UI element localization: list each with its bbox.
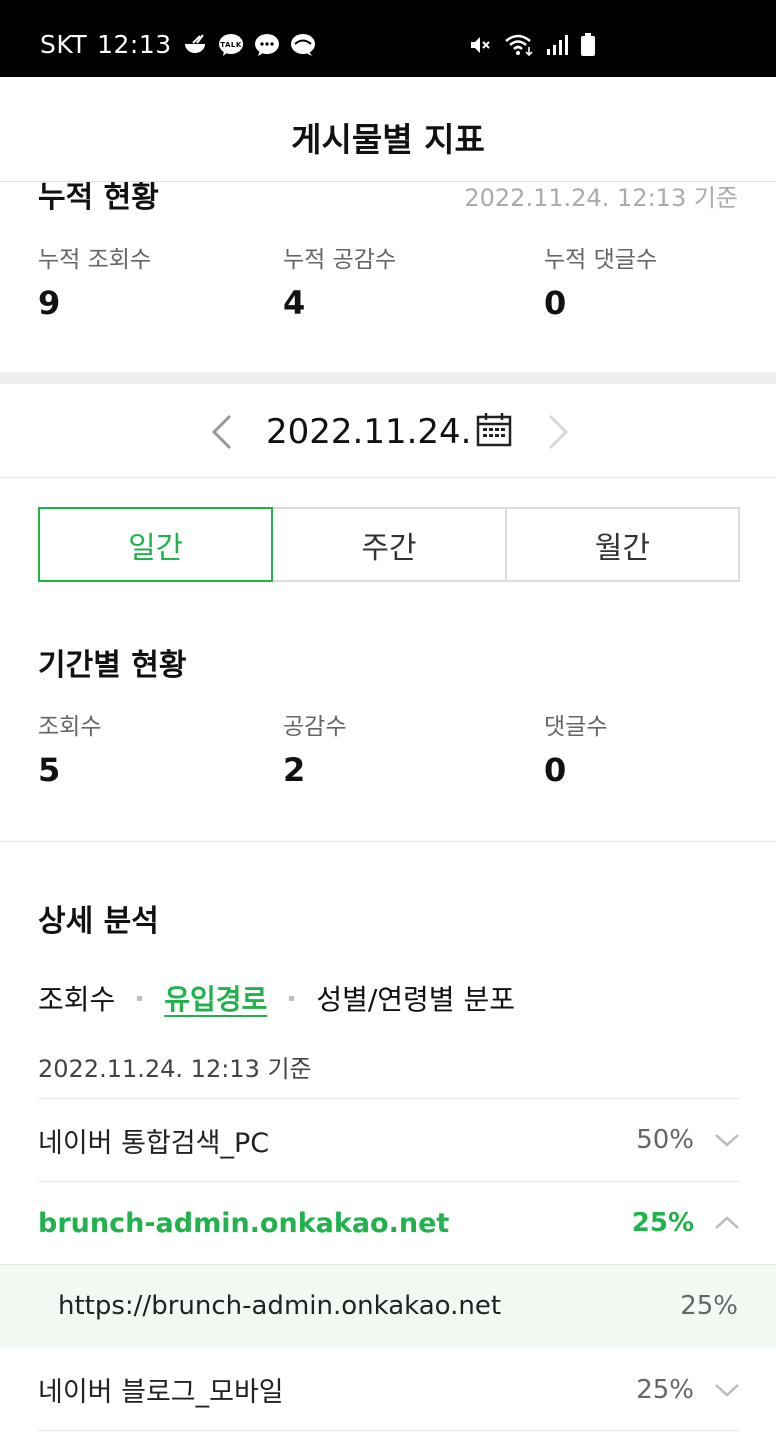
subtab-gender-age[interactable]: 성별/연령별 분포 <box>316 978 515 1018</box>
status-left: SKT 12:13 TALK <box>40 30 316 59</box>
page-title: 게시물별 지표 <box>291 120 485 159</box>
chevron-down-icon[interactable] <box>714 1130 740 1150</box>
cumulative-section: 누적 현황 2022.11.24. 12:13 기준 누적 조회수 9 누적 공… <box>0 182 776 372</box>
stat-label: 조회수 <box>38 714 102 740</box>
tab-weekly[interactable]: 주간 <box>271 507 507 582</box>
divider <box>38 1430 740 1431</box>
signal-icon <box>546 34 568 60</box>
current-date: 2022.11.24. <box>266 412 472 452</box>
stat-label: 누적 조회수 <box>38 247 152 273</box>
kakaotalk-icon: TALK <box>218 32 244 58</box>
detail-title: 상세 분석 <box>38 904 159 939</box>
detail-subtabs: 조회수 유입경로 성별/연령별 분포 <box>38 978 515 1018</box>
calendar-icon[interactable] <box>476 412 512 452</box>
period-tabs: 일간 주간 월간 <box>38 507 740 582</box>
stat-value: 5 <box>38 751 61 789</box>
period-views-stat: 조회수 5 <box>38 707 101 789</box>
referrer-percent: 25% <box>680 1291 738 1321</box>
tab-monthly[interactable]: 월간 <box>504 507 740 582</box>
message-icon <box>290 32 316 58</box>
cumulative-title: 누적 현황 <box>38 182 159 215</box>
chevron-down-icon[interactable] <box>714 1380 740 1400</box>
stat-label: 댓글수 <box>544 714 608 740</box>
referrer-row[interactable]: 네이버 통합검색_PC 50% <box>38 1098 740 1181</box>
referrer-row-expanded[interactable]: brunch-admin.onkakao.net 25% <box>38 1181 740 1264</box>
stat-value: 0 <box>544 751 567 789</box>
clock-text: 12:13 <box>97 30 172 59</box>
referrer-url: https://brunch-admin.onkakao.net <box>58 1291 502 1321</box>
stat-label: 공감수 <box>283 714 347 740</box>
period-comments-stat: 댓글수 0 <box>544 707 607 789</box>
stat-label: 누적 댓글수 <box>544 247 658 273</box>
stat-value: 4 <box>283 284 306 322</box>
chat-bubble-icon <box>254 32 280 58</box>
referrer-row[interactable]: 네이버 블로그_모바일 25% <box>38 1348 740 1431</box>
tab-daily[interactable]: 일간 <box>38 507 274 582</box>
chevron-up-icon[interactable] <box>714 1213 740 1233</box>
stat-value: 2 <box>283 751 306 789</box>
status-right <box>468 33 596 61</box>
app-header: 게시물별 지표 <box>0 77 776 182</box>
referrer-percent: 50% <box>636 1125 694 1155</box>
separator-dot <box>289 995 295 1001</box>
bowl-icon <box>182 32 208 58</box>
status-bar: SKT 12:13 TALK <box>0 0 776 77</box>
cumulative-comments-stat: 누적 댓글수 0 <box>544 240 657 322</box>
stat-value: 0 <box>544 284 567 322</box>
stat-value: 9 <box>38 284 61 322</box>
chevron-right-icon[interactable] <box>544 412 574 456</box>
referrer-name: 네이버 통합검색_PC <box>38 1127 270 1159</box>
separator-dot <box>137 995 143 1001</box>
period-title: 기간별 현황 <box>38 648 187 683</box>
cumulative-views-stat: 누적 조회수 9 <box>38 240 151 322</box>
chevron-left-icon[interactable] <box>206 412 236 456</box>
svg-text:TALK: TALK <box>220 41 242 49</box>
stat-label: 누적 공감수 <box>283 247 397 273</box>
wifi-icon <box>504 33 534 61</box>
subtab-referrer[interactable]: 유입경로 <box>164 978 267 1018</box>
detail-timestamp: 2022.11.24. 12:13 기준 <box>38 1055 312 1083</box>
divider <box>0 841 776 842</box>
cumulative-likes-stat: 누적 공감수 4 <box>283 240 396 322</box>
referrer-name: brunch-admin.onkakao.net <box>38 1207 450 1239</box>
subtab-views[interactable]: 조회수 <box>38 978 115 1018</box>
date-navigator: 2022.11.24. <box>0 384 776 478</box>
carrier-text: SKT <box>40 30 88 59</box>
period-likes-stat: 공감수 2 <box>283 707 346 789</box>
cumulative-timestamp: 2022.11.24. 12:13 기준 <box>464 184 738 212</box>
referrer-percent: 25% <box>631 1208 694 1238</box>
battery-icon <box>580 33 596 61</box>
referrer-percent: 25% <box>636 1374 694 1405</box>
section-divider <box>0 372 776 384</box>
mute-icon <box>468 33 492 61</box>
referrer-name: 네이버 블로그_모바일 <box>38 1377 284 1408</box>
referrer-subrow[interactable]: https://brunch-admin.onkakao.net 25% <box>0 1264 776 1347</box>
